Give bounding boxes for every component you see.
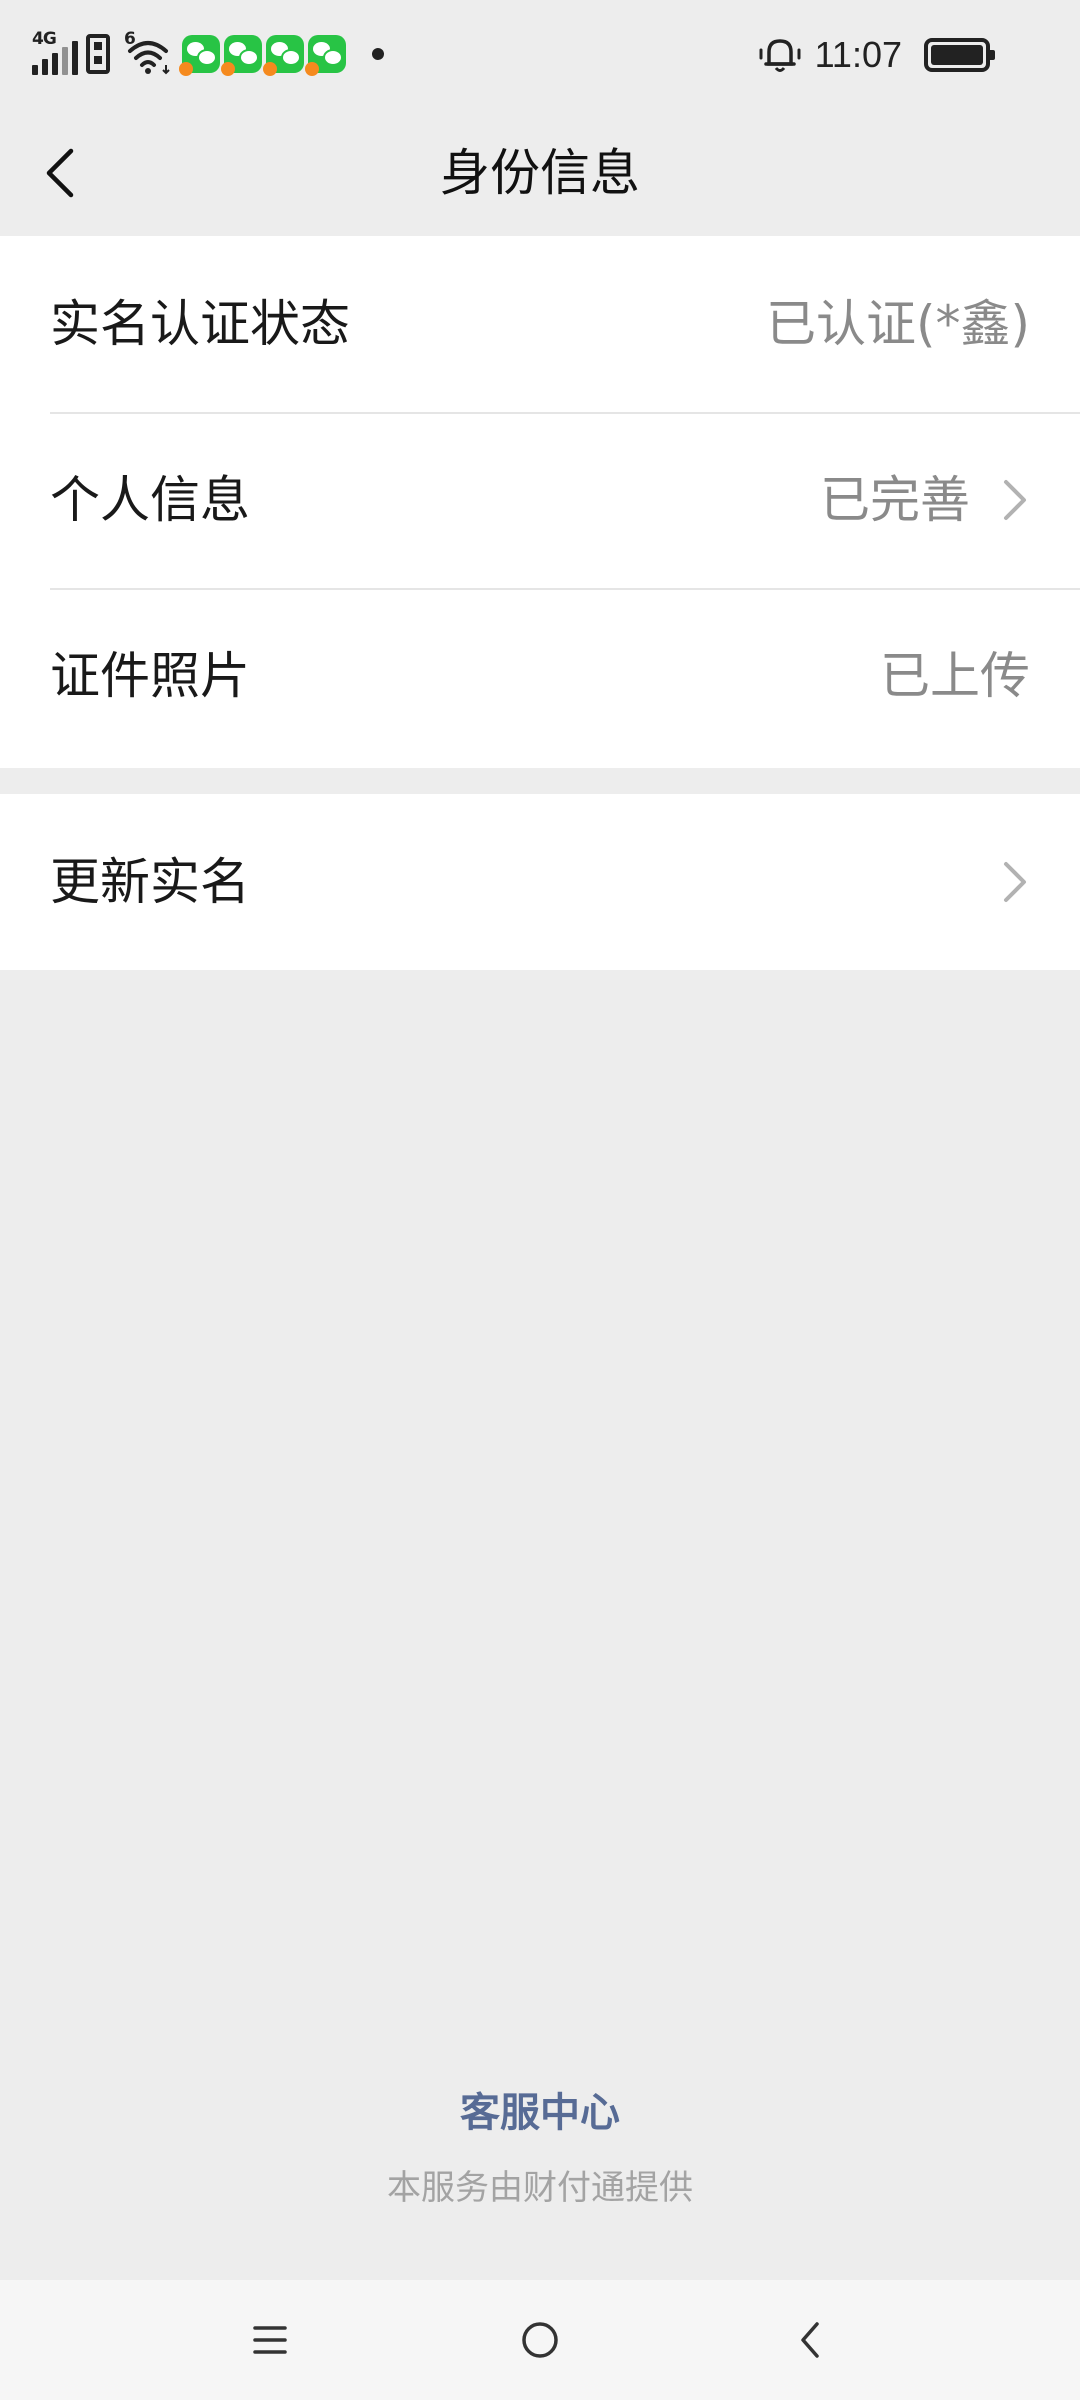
status-bar: 4G 6 11:07	[0, 0, 1080, 110]
recent-apps-button[interactable]	[240, 2310, 300, 2370]
personal-info-value: 已完善	[820, 471, 970, 529]
update-list: 更新实名	[0, 794, 1080, 970]
back-button[interactable]	[30, 138, 90, 208]
list-item-verification-status: 实名认证状态 已认证(*鑫)	[0, 236, 1080, 412]
wechat-icon	[305, 35, 346, 76]
id-photos-label: 证件照片	[50, 647, 250, 705]
system-back-button[interactable]	[780, 2310, 840, 2370]
screen: 4G 6 11:07 身份信息 实名认证状态 已认证(*鑫) 个人信息 已完善 …	[0, 0, 1080, 2400]
list-item-personal-info[interactable]: 个人信息 已完善	[0, 412, 1080, 588]
wifi-badge: 6	[124, 29, 136, 49]
customer-service-link[interactable]: 客服中心	[0, 2080, 1080, 2138]
identity-info-list: 实名认证状态 已认证(*鑫) 个人信息 已完善 证件照片 已上传	[0, 236, 1080, 768]
update-real-name-label: 更新实名	[50, 853, 250, 911]
wechat-icon	[179, 35, 220, 76]
system-nav-bar	[0, 2280, 1080, 2400]
id-photos-value: 已上传	[880, 647, 1030, 705]
signal-icon: 4G	[30, 29, 80, 77]
list-item-update-real-name[interactable]: 更新实名	[0, 794, 1080, 970]
home-button[interactable]	[510, 2310, 570, 2370]
status-right: 11:07	[757, 30, 995, 80]
status-time: 11:07	[814, 34, 902, 75]
battery-icon	[924, 38, 995, 72]
network-type: 4G	[32, 29, 57, 49]
chevron-right-icon	[1004, 480, 1026, 520]
wechat-icon	[263, 35, 304, 76]
status-left: 4G 6	[30, 28, 384, 80]
verification-status-value: 已认证(*鑫)	[765, 295, 1030, 353]
wifi-icon: 6	[122, 29, 174, 77]
chevron-left-icon	[46, 148, 74, 198]
bell-icon	[757, 32, 803, 78]
wechat-icon	[221, 35, 262, 76]
nav-bar: 身份信息	[0, 110, 1080, 236]
home-circle-icon	[522, 2322, 558, 2358]
list-item-id-photos: 证件照片 已上传	[0, 588, 1080, 764]
notification-dot-icon	[372, 48, 384, 60]
page-title: 身份信息	[440, 144, 640, 202]
sim-icon	[86, 34, 110, 74]
service-provider-note: 本服务由财付通提供	[387, 2168, 693, 2208]
chevron-left-icon	[801, 2322, 819, 2358]
verification-status-label: 实名认证状态	[50, 295, 350, 353]
chevron-right-icon	[1004, 862, 1026, 902]
personal-info-label: 个人信息	[50, 471, 250, 529]
menu-icon	[253, 2326, 287, 2354]
